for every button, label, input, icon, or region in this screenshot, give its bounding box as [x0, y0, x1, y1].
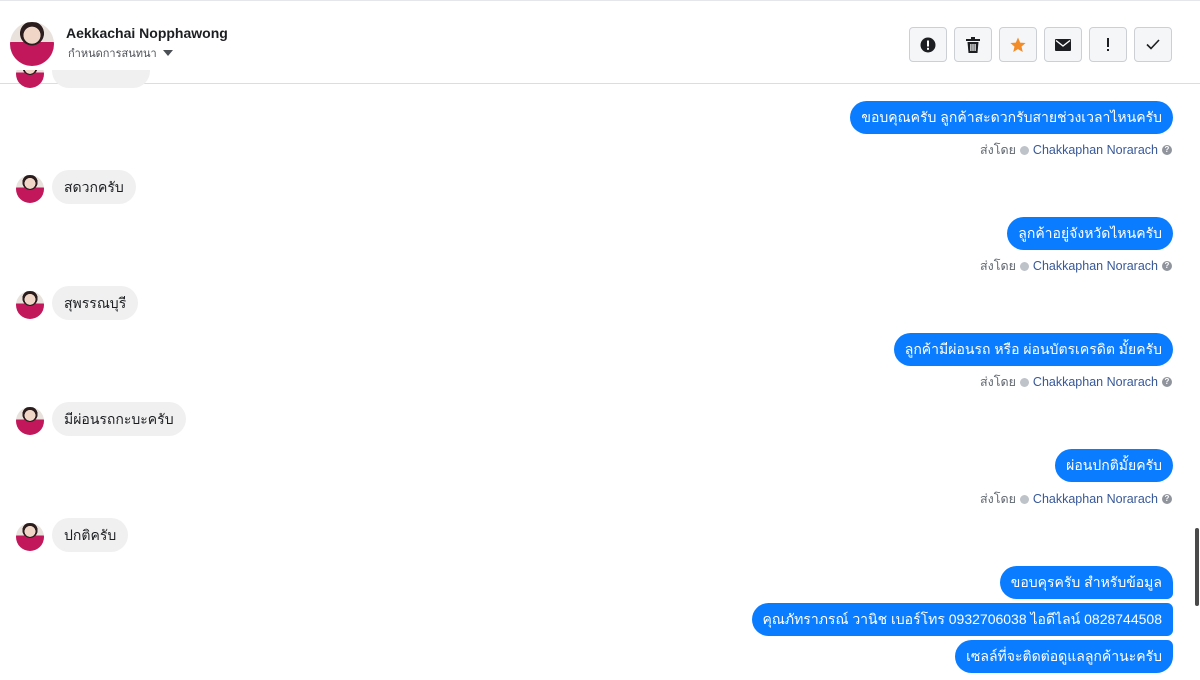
- checkmark-icon: [1146, 39, 1160, 50]
- contact-avatar-small[interactable]: [16, 175, 44, 203]
- star-icon: [1010, 37, 1026, 52]
- help-icon[interactable]: ?: [1162, 494, 1172, 504]
- message-bubble-incoming[interactable]: สุพรรณบุรี: [52, 286, 139, 320]
- trash-icon: [966, 36, 980, 53]
- message-bubble-outgoing[interactable]: ขอบคุรครับ สำหรับข้อมูล: [999, 566, 1173, 599]
- message-bubble-incoming[interactable]: [52, 70, 150, 88]
- sent-by-info: ส่งโดย Chakkaphan Norarach ?: [980, 489, 1172, 509]
- star-button[interactable]: [999, 27, 1037, 62]
- sent-by-info: ส่งโดย Chakkaphan Norarach ?: [980, 372, 1172, 392]
- contact-avatar-small: [16, 70, 44, 88]
- delete-button[interactable]: [954, 27, 992, 62]
- message-bubble-outgoing[interactable]: ลูกค้าอยู่จังหวัดไหนครับ: [1007, 217, 1173, 250]
- conversation-header: Aekkachai Nopphawong กำหนดการสนทนา: [0, 0, 1200, 84]
- mark-done-button[interactable]: [1134, 27, 1172, 62]
- sent-by-label: ส่งโดย: [980, 492, 1016, 506]
- sender-link[interactable]: Chakkaphan Norarach: [1033, 375, 1158, 389]
- sender-link[interactable]: Chakkaphan Norarach: [1033, 143, 1158, 157]
- mark-spam-button[interactable]: [909, 27, 947, 62]
- sent-by-info: ส่งโดย Chakkaphan Norarach ?: [980, 140, 1172, 160]
- conversation-actions-dropdown[interactable]: กำหนดการสนทนา: [68, 46, 173, 60]
- conversation-actions-label: กำหนดการสนทนา: [68, 48, 157, 60]
- message-bubble-incoming[interactable]: สดวกครับ: [52, 170, 136, 204]
- exclamation-icon: [1107, 37, 1109, 51]
- check-icon: [1019, 377, 1029, 387]
- message-bubble-outgoing[interactable]: คุณภัทราภรณ์ วานิช เบอร์โทร 0932706038 ไ…: [751, 603, 1173, 636]
- messages-scrollbar-thumb[interactable]: [1195, 528, 1199, 606]
- sent-by-label: ส่งโดย: [980, 143, 1016, 157]
- contact-avatar-small[interactable]: [16, 523, 44, 551]
- message-bubble-incoming[interactable]: ปกติครับ: [52, 518, 129, 552]
- sent-by-label: ส่งโดย: [980, 375, 1016, 389]
- envelope-icon: [1055, 38, 1071, 51]
- sender-link[interactable]: Chakkaphan Norarach: [1033, 259, 1158, 273]
- sent-by-label: ส่งโดย: [980, 259, 1016, 273]
- check-icon: [1019, 261, 1029, 271]
- contact-avatar-small[interactable]: [16, 291, 44, 319]
- mark-unread-button[interactable]: [1044, 27, 1082, 62]
- message-bubble-incoming[interactable]: มีผ่อนรถกะบะครับ: [52, 402, 186, 436]
- check-icon: [1019, 145, 1029, 155]
- help-icon[interactable]: ?: [1162, 377, 1172, 387]
- sent-by-info: ส่งโดย Chakkaphan Norarach ?: [980, 256, 1172, 276]
- caret-down-icon: [162, 50, 173, 56]
- contact-avatar-small[interactable]: [16, 407, 44, 435]
- message-bubble-outgoing[interactable]: ขอบคุณครับ ลูกค้าสะดวกรับสายช่วงเวลาไหนค…: [850, 101, 1173, 134]
- contact-name[interactable]: Aekkachai Nopphawong: [66, 25, 228, 41]
- alert-circle-icon: [920, 37, 936, 52]
- message-bubble-outgoing[interactable]: ลูกค้ามีผ่อนรถ หรือ ผ่อนบัตรเครดิต มั้ยค…: [893, 333, 1173, 366]
- check-icon: [1019, 494, 1029, 504]
- message-bubble-outgoing[interactable]: ผ่อนปกติมั้ยครับ: [1055, 449, 1173, 482]
- contact-avatar[interactable]: [10, 22, 54, 66]
- help-icon[interactable]: ?: [1162, 261, 1172, 271]
- message-bubble-outgoing[interactable]: เซลล์ที่จะติดต่อดูแลลูกค้านะครับ: [955, 640, 1173, 673]
- conversation-toolbar: [909, 27, 1172, 62]
- important-button[interactable]: [1089, 27, 1127, 62]
- help-icon[interactable]: ?: [1162, 145, 1172, 155]
- sender-link[interactable]: Chakkaphan Norarach: [1033, 492, 1158, 506]
